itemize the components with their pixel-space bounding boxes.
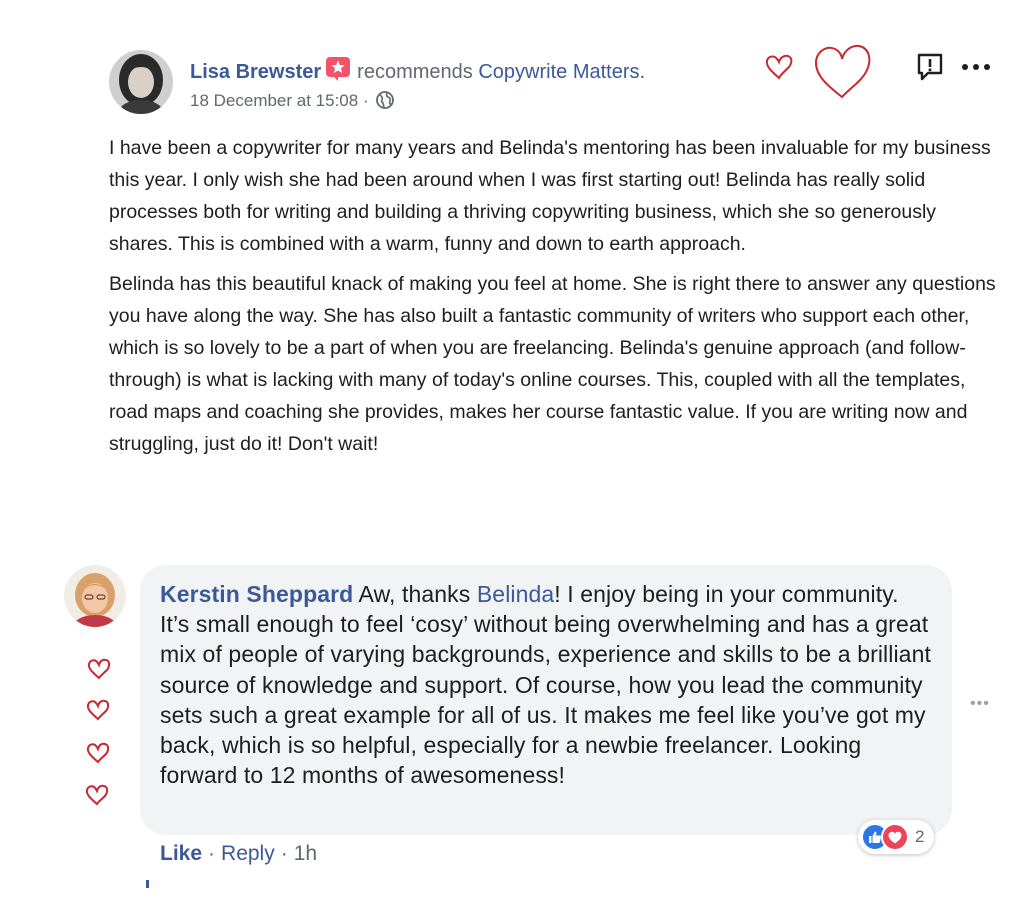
action-text: recommends xyxy=(357,61,473,83)
reply-button[interactable]: Reply xyxy=(221,842,275,865)
report-icon[interactable] xyxy=(912,50,948,84)
hand-drawn-heart-icon xyxy=(765,54,793,80)
author-name[interactable]: Lisa Brewster xyxy=(190,61,321,83)
commenter-name[interactable]: Kerstin Sheppard xyxy=(160,581,353,607)
love-reaction-icon xyxy=(881,823,909,851)
comment-more-options-icon[interactable]: ••• xyxy=(970,695,990,713)
author-avatar[interactable] xyxy=(109,50,173,114)
comment-text: Aw, thanks xyxy=(358,581,471,607)
post-paragraph: Belinda has this beautiful knack of maki… xyxy=(109,273,996,455)
like-button[interactable]: Like xyxy=(160,842,202,865)
more-options-icon[interactable] xyxy=(958,50,994,84)
post-header: Lisa Brewster recommends Copywrite Matter… xyxy=(190,56,750,112)
hand-drawn-heart-icon xyxy=(86,742,110,764)
page-link[interactable]: Copywrite Matters. xyxy=(478,61,645,83)
post-paragraph: I have been a copywriter for many years … xyxy=(109,137,991,255)
reaction-summary[interactable]: 2 xyxy=(858,820,935,854)
hand-drawn-heart-icon xyxy=(85,784,109,806)
comment-bubble: Kerstin Sheppard Aw, thanks Belinda! I e… xyxy=(140,565,952,835)
hand-drawn-heart-icon xyxy=(814,44,871,99)
post-body: I have been a copywriter for many years … xyxy=(109,132,999,460)
globe-icon[interactable] xyxy=(375,90,395,110)
header-actions xyxy=(912,50,994,84)
hand-drawn-heart-icon xyxy=(87,658,111,680)
comment-time[interactable]: 1h xyxy=(294,842,317,865)
action-separator: · xyxy=(280,842,288,865)
post-timestamp[interactable]: 18 December at 15:08 xyxy=(190,91,358,110)
action-separator: · xyxy=(208,842,216,865)
post-meta: 18 December at 15:08 · xyxy=(190,90,750,112)
meta-separator: · xyxy=(362,91,369,110)
header-line: Lisa Brewster recommends Copywrite Matter… xyxy=(190,56,750,85)
commenter-avatar[interactable] xyxy=(64,565,126,627)
reaction-count: 2 xyxy=(915,827,925,846)
divider-tick xyxy=(146,880,149,888)
recommend-star-icon xyxy=(325,56,351,82)
comment-actions: Like · Reply · 1h xyxy=(160,842,317,866)
hand-drawn-heart-icon xyxy=(86,699,110,721)
comment-mention[interactable]: Belinda xyxy=(477,581,554,607)
comment-text: ! I enjoy being in your community. It’s … xyxy=(160,581,931,789)
